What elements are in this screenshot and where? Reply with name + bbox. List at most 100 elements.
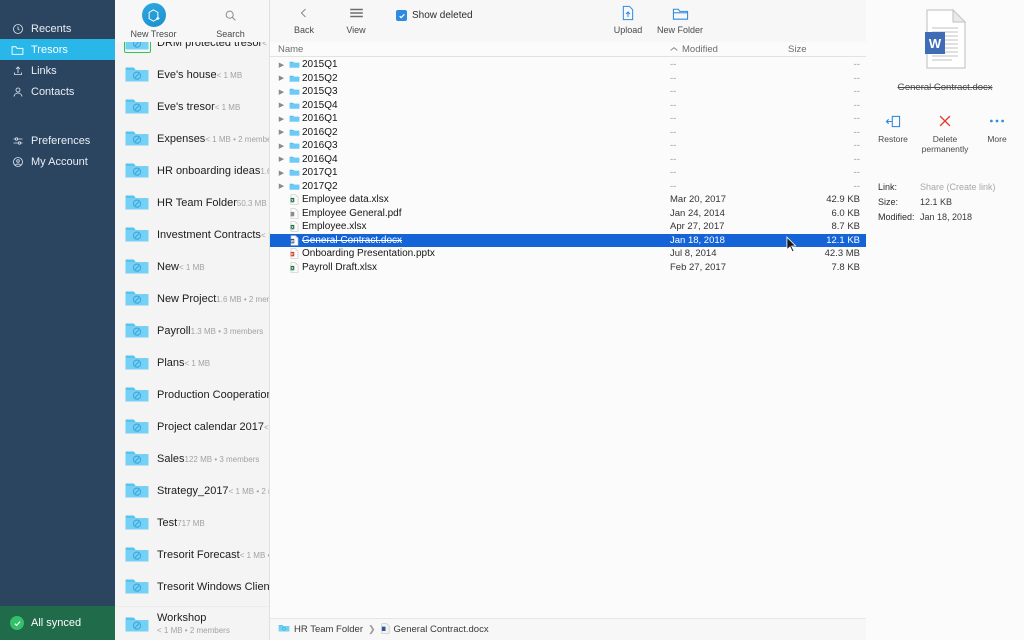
show-deleted-toggle[interactable]: Show deleted (396, 10, 473, 21)
tresor-list-item[interactable]: Tresorit Windows Client86.5 MB • 2 membe… (115, 570, 269, 602)
disclosure-triangle-icon[interactable]: ▶ (276, 182, 287, 190)
search-button[interactable]: Search (192, 0, 269, 39)
tresor-list-item[interactable]: HR Team Folder50.3 MB • 2 members (115, 186, 269, 218)
table-row[interactable]: P Onboarding Presentation.pptx Jul 8, 2014… (270, 247, 866, 261)
detail-meta-value[interactable]: Share (Create link) (920, 180, 996, 195)
sidebar-item-contacts[interactable]: Contacts (0, 81, 115, 102)
back-button[interactable]: Back (278, 0, 330, 35)
tresor-list-item[interactable]: Test717 MB (115, 506, 269, 538)
table-row[interactable]: ▶ 2017Q2 -- -- (270, 180, 866, 194)
sidebar-item-tresors[interactable]: Tresors (0, 39, 115, 60)
disclosure-triangle-icon[interactable]: ▶ (276, 74, 287, 82)
sliders-icon (11, 134, 24, 147)
table-row[interactable]: ▶ 2016Q1 -- -- (270, 112, 866, 126)
tresor-list-item[interactable]: Sales122 MB • 3 members (115, 442, 269, 474)
column-header-modified[interactable]: Modified (670, 44, 718, 55)
tresor-item-meta: < 1 MB • 2 members (239, 551, 269, 560)
detail-panel: W General Contract.docx Restore Delete p… (866, 0, 1024, 640)
tresor-item-name: HR Team Folder (157, 197, 237, 209)
disclosure-triangle-icon[interactable]: ▶ (276, 88, 287, 96)
disclosure-triangle-icon[interactable]: ▶ (276, 101, 287, 109)
sidebar-divider-space (0, 102, 115, 130)
tresor-item-name: Payroll (157, 325, 191, 337)
tresor-list-item[interactable]: New Project1.6 MB • 2 members (115, 282, 269, 314)
tresor-item-name: Investment Contracts (157, 229, 261, 241)
disclosure-triangle-icon[interactable]: ▶ (276, 115, 287, 123)
tresor-list-item[interactable]: Eve's tresor< 1 MB (115, 90, 269, 122)
disclosure-triangle-icon[interactable]: ▶ (276, 155, 287, 163)
file-list[interactable]: ▶ 2015Q1 -- -- ▶ 2015Q2 -- -- ▶ 2015Q3 -- -- ▶ 2015Q4… (270, 57, 866, 640)
table-row[interactable]: ▶ 2017Q1 -- -- (270, 166, 866, 180)
tresor-list-item[interactable]: Strategy_2017< 1 MB • 2 members (115, 474, 269, 506)
tresor-item-meta: 717 MB (177, 519, 205, 528)
tresor-item-workshop[interactable]: Workshop < 1 MB • 2 members (115, 606, 269, 640)
tresor-list-item[interactable]: Tresorit Forecast< 1 MB • 2 members (115, 538, 269, 570)
tresor-list-item[interactable]: HR onboarding ideas1.6 MB • 2 members (115, 154, 269, 186)
sidebar-item-preferences[interactable]: Preferences (0, 130, 115, 151)
new-tresor-button[interactable]: New Tresor (115, 0, 192, 39)
sidebar-item-my-account[interactable]: My Account (0, 151, 115, 172)
file-modified: -- (670, 113, 677, 125)
table-row[interactable]: W General Contract.docx Jan 18, 2018 12.1 K… (270, 233, 866, 247)
sync-status-bar[interactable]: All synced (0, 606, 115, 640)
column-header-name[interactable]: Name (278, 44, 866, 55)
tresor-list-item[interactable]: Expenses< 1 MB • 2 members (115, 122, 269, 154)
toolbar-right-actions: Upload New Folder (602, 0, 706, 35)
tresor-list-item[interactable]: Payroll1.3 MB • 3 members (115, 314, 269, 346)
sidebar-item-links[interactable]: Links (0, 60, 115, 81)
word-document-icon: W (915, 6, 975, 77)
tresor-list-item[interactable]: Production Cooperation🔗 • < 1 MB (115, 378, 269, 410)
file-size: -- (853, 126, 860, 138)
folder-icon (124, 384, 150, 404)
table-row[interactable]: X Payroll Draft.xlsx Feb 27, 2017 7.8 KB (270, 261, 866, 275)
tresor-scroll-area[interactable]: DRM protected tresor< 1 MB • DRMEve's ho… (115, 34, 269, 606)
breadcrumb-item-folder[interactable]: HR Team Folder (278, 623, 363, 636)
tresor-list-item[interactable]: Project calendar 2017< 1 MB (115, 410, 269, 442)
new-folder-button[interactable]: New Folder (654, 0, 706, 35)
folder-icon (124, 416, 150, 436)
table-row[interactable]: ▶ 2016Q3 -- -- (270, 139, 866, 153)
upload-label: Upload (613, 25, 643, 35)
delete-permanently-button[interactable]: Delete permanently (922, 113, 968, 154)
breadcrumb-item-file[interactable]: General Contract.docx (381, 622, 489, 637)
tresor-item-name: Eve's house (157, 69, 217, 81)
more-button[interactable]: More (974, 113, 1020, 154)
file-size: 42.3 MB (824, 248, 860, 260)
file-modified: -- (670, 140, 677, 152)
app-window: Recents Tresors Links Contacts Preferenc… (0, 0, 1024, 640)
tresor-list-item[interactable]: Investment Contracts< 1 MB • 3 members (115, 218, 269, 250)
table-row[interactable]: ▶ 2016Q2 -- -- (270, 126, 866, 140)
view-label: View (346, 25, 366, 35)
upload-button[interactable]: Upload (602, 0, 654, 35)
table-row[interactable]: ▶ 2015Q1 -- -- (270, 58, 866, 72)
tresor-list-item[interactable]: Eve's house< 1 MB (115, 58, 269, 90)
view-button[interactable]: View (330, 0, 382, 35)
disclosure-triangle-icon[interactable]: ▶ (276, 61, 287, 69)
table-row[interactable]: ▶ 2015Q2 -- -- (270, 72, 866, 86)
disclosure-triangle-icon[interactable]: ▶ (276, 128, 287, 136)
file-name: 2016Q1 (302, 113, 338, 125)
table-row[interactable]: ▶ 2016Q4 -- -- (270, 153, 866, 167)
file-name: 2016Q4 (302, 153, 338, 165)
folder-icon (124, 64, 150, 84)
column-header-size[interactable]: Size (788, 44, 806, 55)
tresor-item-text: HR onboarding ideas1.6 MB • 2 members (157, 161, 269, 179)
table-row[interactable]: ▶ 2015Q3 -- -- (270, 85, 866, 99)
tresor-item-name: Expenses (157, 133, 206, 145)
table-row[interactable]: ▶ 2015Q4 -- -- (270, 99, 866, 113)
file-modified: -- (670, 180, 677, 192)
table-row[interactable]: Employee General.pdf Jan 24, 2014 6.0 KB (270, 207, 866, 221)
folder-icon (287, 155, 302, 164)
tresor-list-item[interactable]: New< 1 MB (115, 250, 269, 282)
file-size: -- (853, 180, 860, 192)
sidebar-item-label: Preferences (31, 134, 91, 147)
restore-button[interactable]: Restore (870, 113, 916, 154)
table-row[interactable]: X Employee.xlsx Apr 27, 2017 8.7 KB (270, 220, 866, 234)
tresor-list-item[interactable]: Plans< 1 MB (115, 346, 269, 378)
tresor-item-text: Investment Contracts< 1 MB • 3 members (157, 225, 269, 243)
sidebar-item-recents[interactable]: Recents (0, 18, 115, 39)
table-row[interactable]: X Employee data.xlsx Mar 20, 2017 42.9 KB (270, 193, 866, 207)
disclosure-triangle-icon[interactable]: ▶ (276, 169, 287, 177)
word-file-icon: W (287, 235, 302, 246)
disclosure-triangle-icon[interactable]: ▶ (276, 142, 287, 150)
